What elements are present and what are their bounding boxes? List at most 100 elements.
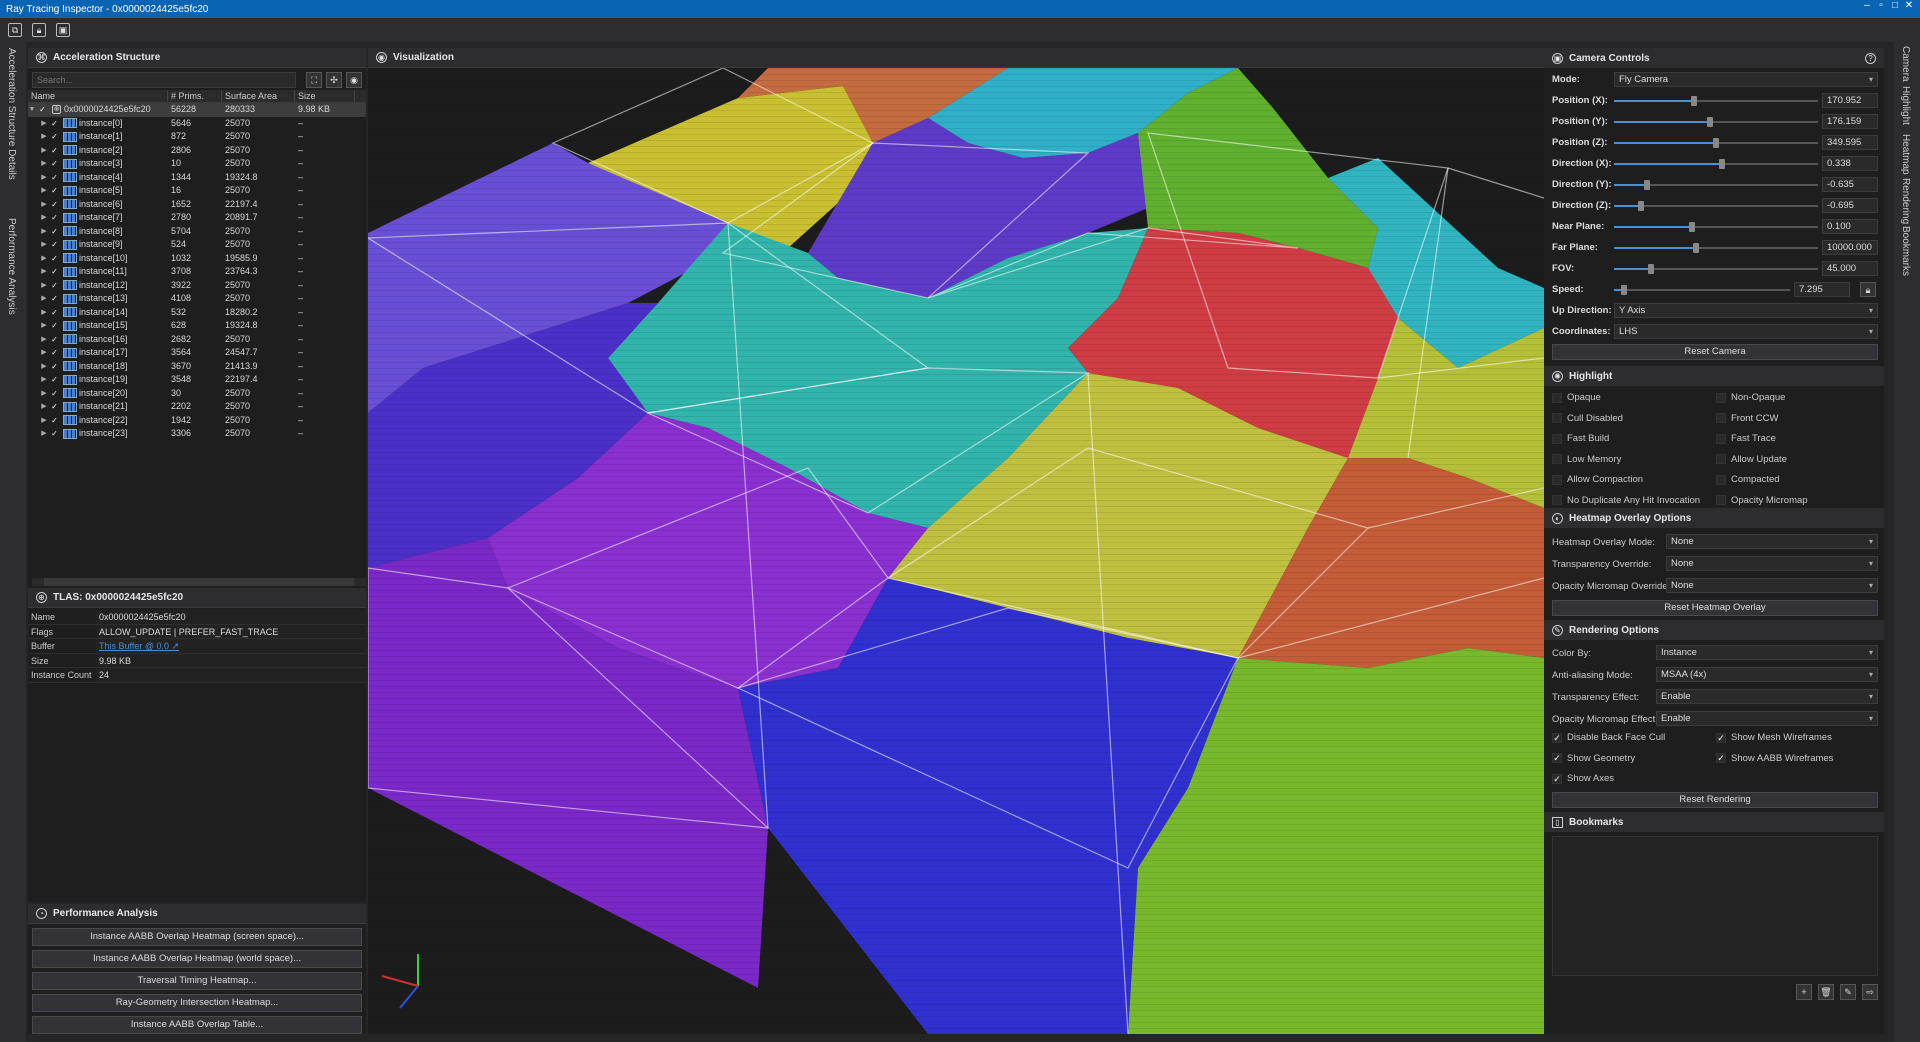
tree-instance-row[interactable]: ▶ ✓ instance[19] 3548 22197.4 –: [28, 373, 366, 387]
camera-slider[interactable]: [1614, 222, 1818, 232]
check-icon[interactable]: ✓: [50, 294, 59, 303]
slider-handle[interactable]: [1691, 96, 1697, 106]
reset-camera-button[interactable]: Reset Camera: [1552, 344, 1878, 360]
checkbox-option[interactable]: Allow Update: [1716, 454, 1787, 465]
camera-slider[interactable]: [1614, 285, 1790, 295]
minimize-icon[interactable]: –: [1860, 0, 1874, 11]
checkbox-option[interactable]: Low Memory: [1552, 454, 1621, 465]
check-icon[interactable]: ✓: [50, 173, 59, 182]
chevron-right-icon[interactable]: ▶: [40, 387, 48, 401]
check-icon[interactable]: ✓: [50, 402, 59, 411]
check-icon[interactable]: ✓: [50, 132, 59, 141]
anti-aliasing-dropdown[interactable]: MSAA (4x): [1656, 667, 1878, 682]
tab-rendering[interactable]: Rendering: [1900, 178, 1911, 224]
tab-acceleration-structure-details[interactable]: Acceleration Structure Details: [6, 48, 17, 180]
reset-heatmap-button[interactable]: Reset Heatmap Overlay: [1552, 600, 1878, 616]
chevron-right-icon[interactable]: ▶: [40, 157, 48, 171]
checkbox[interactable]: [1716, 454, 1726, 464]
tab-heatmap[interactable]: Heatmap: [1900, 134, 1911, 175]
checkbox-option[interactable]: Front CCW: [1716, 413, 1779, 424]
mode-dropdown[interactable]: Fly Camera: [1614, 72, 1878, 87]
chevron-right-icon[interactable]: ▶: [40, 238, 48, 252]
col-prims[interactable]: # Prims.: [168, 90, 222, 102]
checkbox-option[interactable]: Non-Opaque: [1716, 392, 1785, 403]
checkbox-option[interactable]: Fast Trace: [1716, 433, 1776, 444]
slider-handle[interactable]: [1713, 138, 1719, 148]
chevron-down-icon[interactable]: ▼: [28, 103, 36, 117]
check-icon[interactable]: ✓: [50, 416, 59, 425]
checkbox-option[interactable]: Opacity Micromap: [1716, 495, 1808, 506]
tab-highlight[interactable]: Highlight: [1900, 86, 1911, 125]
tree-instance-row[interactable]: ▶ ✓ instance[11] 3708 23764.3 –: [28, 265, 366, 279]
checkbox-option[interactable]: Fast Build: [1552, 433, 1609, 444]
slider-value[interactable]: 170.952: [1822, 93, 1878, 108]
ray-geometry-button[interactable]: Ray-Geometry Intersection Heatmap...: [32, 994, 362, 1012]
checkbox-option[interactable]: No Duplicate Any Hit Invocation: [1552, 495, 1700, 506]
horizontal-scrollbar[interactable]: [32, 578, 366, 586]
maximize-icon[interactable]: □: [1888, 0, 1902, 11]
checkbox[interactable]: ✓: [1716, 753, 1726, 763]
window-icon[interactable]: ⧉: [8, 23, 22, 37]
camera-slider[interactable]: [1614, 180, 1818, 190]
lock-icon[interactable]: 🔒︎: [1860, 282, 1876, 297]
checkbox[interactable]: [1716, 474, 1726, 485]
trash-icon[interactable]: 🗑︎: [1818, 984, 1834, 1000]
chevron-right-icon[interactable]: ▶: [40, 292, 48, 306]
checkbox[interactable]: [1552, 413, 1562, 423]
tree-instance-row[interactable]: ▶ ✓ instance[12] 3922 25070 –: [28, 279, 366, 293]
aabb-overlap-screen-button[interactable]: Instance AABB Overlap Heatmap (screen sp…: [32, 928, 362, 946]
chevron-right-icon[interactable]: ▶: [40, 319, 48, 333]
slider-value[interactable]: 10000.000: [1822, 240, 1878, 255]
check-icon[interactable]: ✓: [50, 240, 59, 249]
aabb-overlap-world-button[interactable]: Instance AABB Overlap Heatmap (world spa…: [32, 950, 362, 968]
chevron-right-icon[interactable]: ▶: [40, 373, 48, 387]
camera-slider[interactable]: [1614, 159, 1818, 169]
checkbox-option[interactable]: ✓ Disable Back Face Cull: [1552, 732, 1665, 743]
help-icon[interactable]: ?: [1865, 52, 1876, 64]
opacity-micromap-override-dropdown[interactable]: None: [1666, 578, 1878, 593]
check-icon[interactable]: ✓: [50, 200, 59, 209]
tree-instance-row[interactable]: ▶ ✓ instance[15] 628 19324.8 –: [28, 319, 366, 333]
expand-all-icon[interactable]: ⛶: [306, 72, 322, 88]
tree-instance-row[interactable]: ▶ ✓ instance[5] 16 25070 –: [28, 184, 366, 198]
checkbox[interactable]: [1716, 433, 1726, 444]
slider-handle[interactable]: [1689, 222, 1695, 232]
check-icon[interactable]: ✓: [50, 335, 59, 344]
check-icon[interactable]: ✓: [50, 146, 59, 155]
lock-icon[interactable]: 🔒︎: [32, 23, 46, 37]
check-icon[interactable]: ✓: [50, 375, 59, 384]
tree-instance-row[interactable]: ▶ ✓ instance[23] 3306 25070 –: [28, 427, 366, 441]
checkbox[interactable]: [1552, 392, 1562, 403]
check-icon[interactable]: ✓: [50, 267, 59, 276]
tree-instance-row[interactable]: ▶ ✓ instance[0] 5646 25070 –: [28, 117, 366, 131]
check-icon[interactable]: ✓: [50, 321, 59, 330]
transparency-override-dropdown[interactable]: None: [1666, 556, 1878, 571]
checkbox-option[interactable]: Allow Compaction: [1552, 474, 1643, 485]
check-icon[interactable]: ✓: [50, 186, 59, 195]
tree-instance-row[interactable]: ▶ ✓ instance[10] 1032 19585.9 –: [28, 252, 366, 266]
chevron-right-icon[interactable]: ▶: [40, 333, 48, 347]
slider-value[interactable]: -0.635: [1822, 177, 1878, 192]
tree-instance-row[interactable]: ▶ ✓ instance[9] 524 25070 –: [28, 238, 366, 252]
camera-slider[interactable]: [1614, 264, 1818, 274]
checkbox[interactable]: ✓: [1716, 732, 1726, 743]
slider-value[interactable]: 7.295: [1794, 282, 1850, 297]
camera-slider[interactable]: [1614, 201, 1818, 211]
close-icon[interactable]: ✕: [1902, 0, 1916, 11]
chevron-right-icon[interactable]: ▶: [40, 400, 48, 414]
checkbox-option[interactable]: ✓ Show Axes: [1552, 773, 1614, 784]
check-icon[interactable]: ✓: [38, 105, 47, 114]
checkbox[interactable]: [1552, 433, 1562, 444]
camera-slider[interactable]: [1614, 243, 1818, 253]
tree-instance-row[interactable]: ▶ ✓ instance[8] 5704 25070 –: [28, 225, 366, 239]
chevron-right-icon[interactable]: ▶: [40, 198, 48, 212]
checkbox[interactable]: [1552, 495, 1562, 505]
slider-value[interactable]: 176.159: [1822, 114, 1878, 129]
buffer-link[interactable]: This Buffer @ 0.0 ↗: [96, 639, 366, 653]
slider-handle[interactable]: [1648, 264, 1654, 274]
chevron-right-icon[interactable]: ▶: [40, 184, 48, 198]
chevron-right-icon[interactable]: ▶: [40, 265, 48, 279]
tree-instance-row[interactable]: ▶ ✓ instance[13] 4108 25070 –: [28, 292, 366, 306]
tree-instance-row[interactable]: ▶ ✓ instance[16] 2682 25070 –: [28, 333, 366, 347]
chevron-right-icon[interactable]: ▶: [40, 427, 48, 441]
